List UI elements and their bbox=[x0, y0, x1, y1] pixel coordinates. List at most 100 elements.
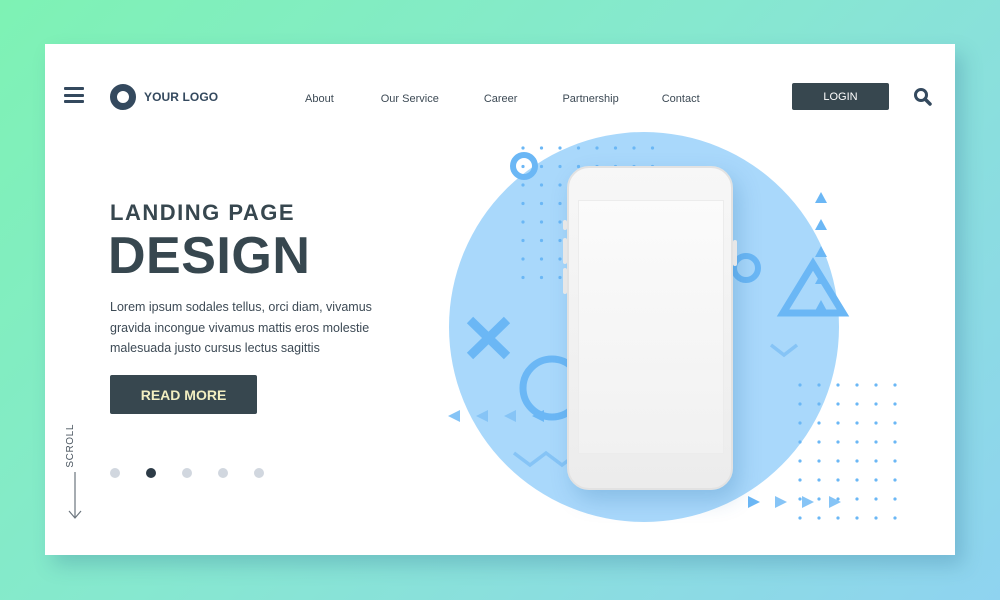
decorative-dot bbox=[836, 440, 840, 444]
decorative-dot bbox=[613, 146, 618, 150]
pagination-dot-active[interactable] bbox=[146, 468, 156, 478]
nav-link-about[interactable]: About bbox=[305, 93, 334, 105]
decorative-dot bbox=[521, 238, 525, 243]
decorative-dot bbox=[874, 402, 878, 406]
decorative-dot bbox=[855, 440, 859, 444]
decorative-dot bbox=[558, 275, 562, 280]
login-button[interactable]: LOGIN bbox=[792, 83, 889, 110]
decorative-dot bbox=[558, 201, 562, 206]
landing-page-card: YOUR LOGO About Our Service Career Partn… bbox=[45, 44, 955, 555]
decorative-dot bbox=[817, 383, 821, 387]
pagination-dot[interactable] bbox=[218, 468, 228, 478]
decorative-dot bbox=[893, 383, 897, 387]
decorative-dot bbox=[558, 164, 562, 169]
phone-mockup bbox=[563, 166, 737, 490]
hamburger-icon-bar bbox=[64, 93, 84, 97]
decorative-dot bbox=[855, 402, 859, 406]
search-icon bbox=[914, 88, 932, 106]
scroll-down-arrow-icon[interactable] bbox=[68, 472, 82, 520]
decorative-dot bbox=[893, 516, 897, 520]
decorative-dot bbox=[521, 183, 525, 187]
decorative-dot bbox=[893, 497, 897, 501]
decorative-dot bbox=[836, 402, 840, 406]
decorative-dot bbox=[798, 440, 802, 444]
decorative-dot bbox=[817, 516, 821, 520]
decorative-dot bbox=[817, 497, 821, 501]
decorative-dot bbox=[558, 238, 562, 243]
decorative-dot bbox=[817, 402, 821, 406]
decorative-dot bbox=[817, 478, 821, 482]
hamburger-icon-bar bbox=[64, 87, 84, 90]
decorative-dot bbox=[874, 440, 878, 444]
decorative-dot bbox=[595, 146, 599, 150]
decorative-dot bbox=[521, 275, 525, 280]
decorative-dot bbox=[539, 238, 544, 243]
decorative-dot bbox=[558, 220, 562, 224]
pagination-dot[interactable] bbox=[254, 468, 264, 478]
hero-description: Lorem ipsum sodales tellus, orci diam, v… bbox=[110, 300, 372, 355]
decorative-dot bbox=[855, 383, 859, 387]
hero-subtitle: LANDING PAGE bbox=[110, 200, 296, 225]
nav-link-our-service[interactable]: Our Service bbox=[381, 93, 439, 105]
decorative-dot bbox=[836, 383, 840, 387]
decorative-dot bbox=[817, 459, 821, 463]
main-nav: About Our Service Career Partnership Con… bbox=[305, 93, 700, 105]
decorative-dot bbox=[874, 516, 878, 520]
decorative-dot bbox=[893, 440, 897, 444]
logo[interactable]: YOUR LOGO bbox=[110, 84, 218, 110]
decorative-dot bbox=[798, 497, 802, 501]
decorative-dot bbox=[798, 421, 802, 425]
hamburger-menu-button[interactable] bbox=[64, 87, 84, 103]
decorative-dot bbox=[521, 146, 525, 150]
phone-power-button bbox=[733, 240, 737, 266]
right-pointing-triangles bbox=[748, 496, 841, 508]
decorative-dot bbox=[558, 257, 562, 261]
decorative-dot bbox=[817, 421, 821, 425]
decorative-dot bbox=[836, 516, 840, 520]
decorative-dot bbox=[798, 383, 802, 387]
decorative-dot bbox=[874, 383, 878, 387]
decorative-dot bbox=[893, 402, 897, 406]
decorative-dot bbox=[874, 497, 878, 501]
phone-side-button bbox=[563, 238, 567, 264]
nav-link-partnership[interactable]: Partnership bbox=[562, 93, 618, 105]
decorative-dot bbox=[874, 421, 878, 425]
pagination-dot[interactable] bbox=[110, 468, 120, 478]
pagination-dot[interactable] bbox=[182, 468, 192, 478]
decorative-dot bbox=[874, 459, 878, 463]
pagination-dots bbox=[110, 468, 264, 478]
phone-screen bbox=[578, 200, 724, 454]
hero-title: DESIGN bbox=[108, 227, 311, 285]
read-more-button[interactable]: READ MORE bbox=[110, 375, 257, 414]
search-button[interactable] bbox=[913, 87, 933, 107]
decorative-dot bbox=[855, 478, 859, 482]
decorative-dot bbox=[521, 201, 525, 206]
decorative-dot bbox=[836, 478, 840, 482]
decorative-dot bbox=[650, 146, 655, 150]
decorative-dot bbox=[521, 220, 525, 224]
decorative-dot bbox=[539, 146, 544, 150]
decorative-dot bbox=[855, 459, 859, 463]
decorative-dot bbox=[632, 146, 636, 150]
nav-link-career[interactable]: Career bbox=[484, 93, 518, 105]
decorative-dot bbox=[558, 146, 562, 150]
decorative-dot bbox=[836, 421, 840, 425]
decorative-dot bbox=[539, 183, 544, 187]
decorative-dot bbox=[874, 478, 878, 482]
decorative-dot bbox=[798, 516, 802, 520]
decorative-dot bbox=[855, 421, 859, 425]
hamburger-icon-bar bbox=[64, 100, 84, 103]
decorative-dot bbox=[855, 516, 859, 520]
decorative-dot bbox=[893, 459, 897, 463]
decorative-dot bbox=[539, 275, 544, 280]
decorative-dot bbox=[893, 478, 897, 482]
decorative-dot bbox=[798, 402, 802, 406]
decorative-dot bbox=[539, 220, 544, 224]
scroll-label: SCROLL bbox=[65, 424, 76, 468]
decorative-dot bbox=[817, 440, 821, 444]
decorative-dot bbox=[798, 478, 802, 482]
logo-icon bbox=[110, 84, 136, 110]
decorative-dot bbox=[576, 146, 581, 150]
nav-link-contact[interactable]: Contact bbox=[662, 93, 700, 105]
decorative-dot bbox=[558, 183, 562, 187]
